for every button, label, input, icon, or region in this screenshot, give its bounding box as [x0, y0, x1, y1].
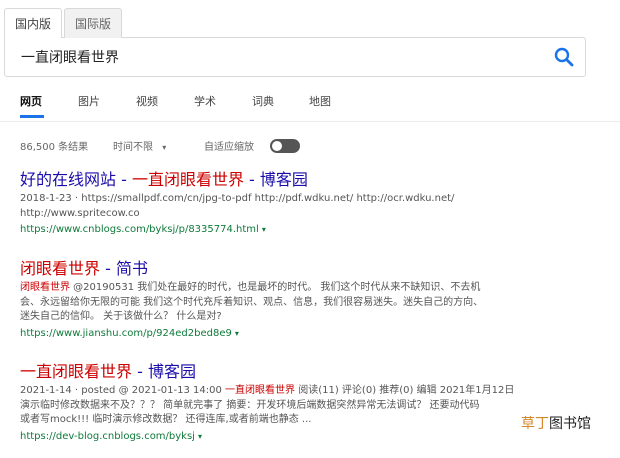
- result-title-link[interactable]: 一直闭眼看世界 - 博客园: [20, 362, 580, 382]
- result-url[interactable]: https://dev-blog.cnblogs.com/byksj ▾: [20, 429, 580, 444]
- tab-international[interactable]: 国际版: [64, 8, 123, 38]
- region-tabs: 国内版 国际版: [0, 8, 140, 38]
- search-result: 闭眼看世界 - 简书 闭眼看世界 @20190531 我们处在最好的时代，也是最…: [20, 259, 580, 341]
- search-button[interactable]: [553, 46, 575, 68]
- result-url[interactable]: https://www.cnblogs.com/byksj/p/8335774.…: [20, 222, 580, 237]
- chevron-down-icon: ▾: [197, 431, 202, 441]
- chevron-down-icon: ▾: [162, 143, 167, 152]
- time-filter-dropdown[interactable]: 时间不限 ▾: [113, 138, 166, 153]
- nav-active-indicator: [20, 115, 44, 118]
- result-url[interactable]: https://www.jianshu.com/p/924ed2bed8e9 ▾: [20, 326, 580, 341]
- adaptive-zoom-label: 自适应缩放: [204, 142, 254, 153]
- nav-divider: [0, 121, 620, 122]
- toggle-knob: [272, 141, 282, 151]
- nav-images[interactable]: 图片: [78, 93, 100, 109]
- nav-videos[interactable]: 视频: [136, 93, 158, 109]
- result-snippet: 闭眼看世界 @20190531 我们处在最好的时代，也是最坏的时代。 我们这个时…: [20, 282, 484, 322]
- time-filter-label: 时间不限: [113, 142, 153, 153]
- nav-web[interactable]: 网页: [20, 93, 42, 109]
- result-count: 86,500 条结果: [20, 142, 89, 153]
- chevron-down-icon: ▾: [234, 328, 239, 338]
- search-result: 一直闭眼看世界 - 博客园 2021-1-14 · posted @ 2021-…: [20, 362, 580, 444]
- result-title-link[interactable]: 闭眼看世界 - 简书: [20, 259, 580, 279]
- tab-domestic[interactable]: 国内版: [4, 8, 63, 38]
- chevron-down-icon: ▾: [261, 225, 266, 234]
- adaptive-zoom-toggle[interactable]: [270, 139, 300, 153]
- search-icon: [554, 47, 574, 67]
- result-snippet: 2021-1-14 · posted @ 2021-01-13 14:00 一直…: [20, 385, 515, 425]
- result-snippet: 2018-1-23 · https://smallpdf.com/cn/jpg-…: [20, 193, 455, 219]
- nav-academic[interactable]: 学术: [194, 93, 216, 109]
- nav-dictionary[interactable]: 词典: [252, 93, 274, 109]
- watermark: 草丁图书馆: [521, 416, 591, 432]
- search-box: [4, 37, 586, 77]
- nav-maps[interactable]: 地图: [309, 93, 331, 109]
- search-result: 好的在线网站 - 一直闭眼看世界 - 博客园 2018-1-23 · https…: [20, 170, 580, 237]
- result-title-link[interactable]: 好的在线网站 - 一直闭眼看世界 - 博客园: [20, 170, 580, 190]
- search-input[interactable]: [21, 38, 541, 76]
